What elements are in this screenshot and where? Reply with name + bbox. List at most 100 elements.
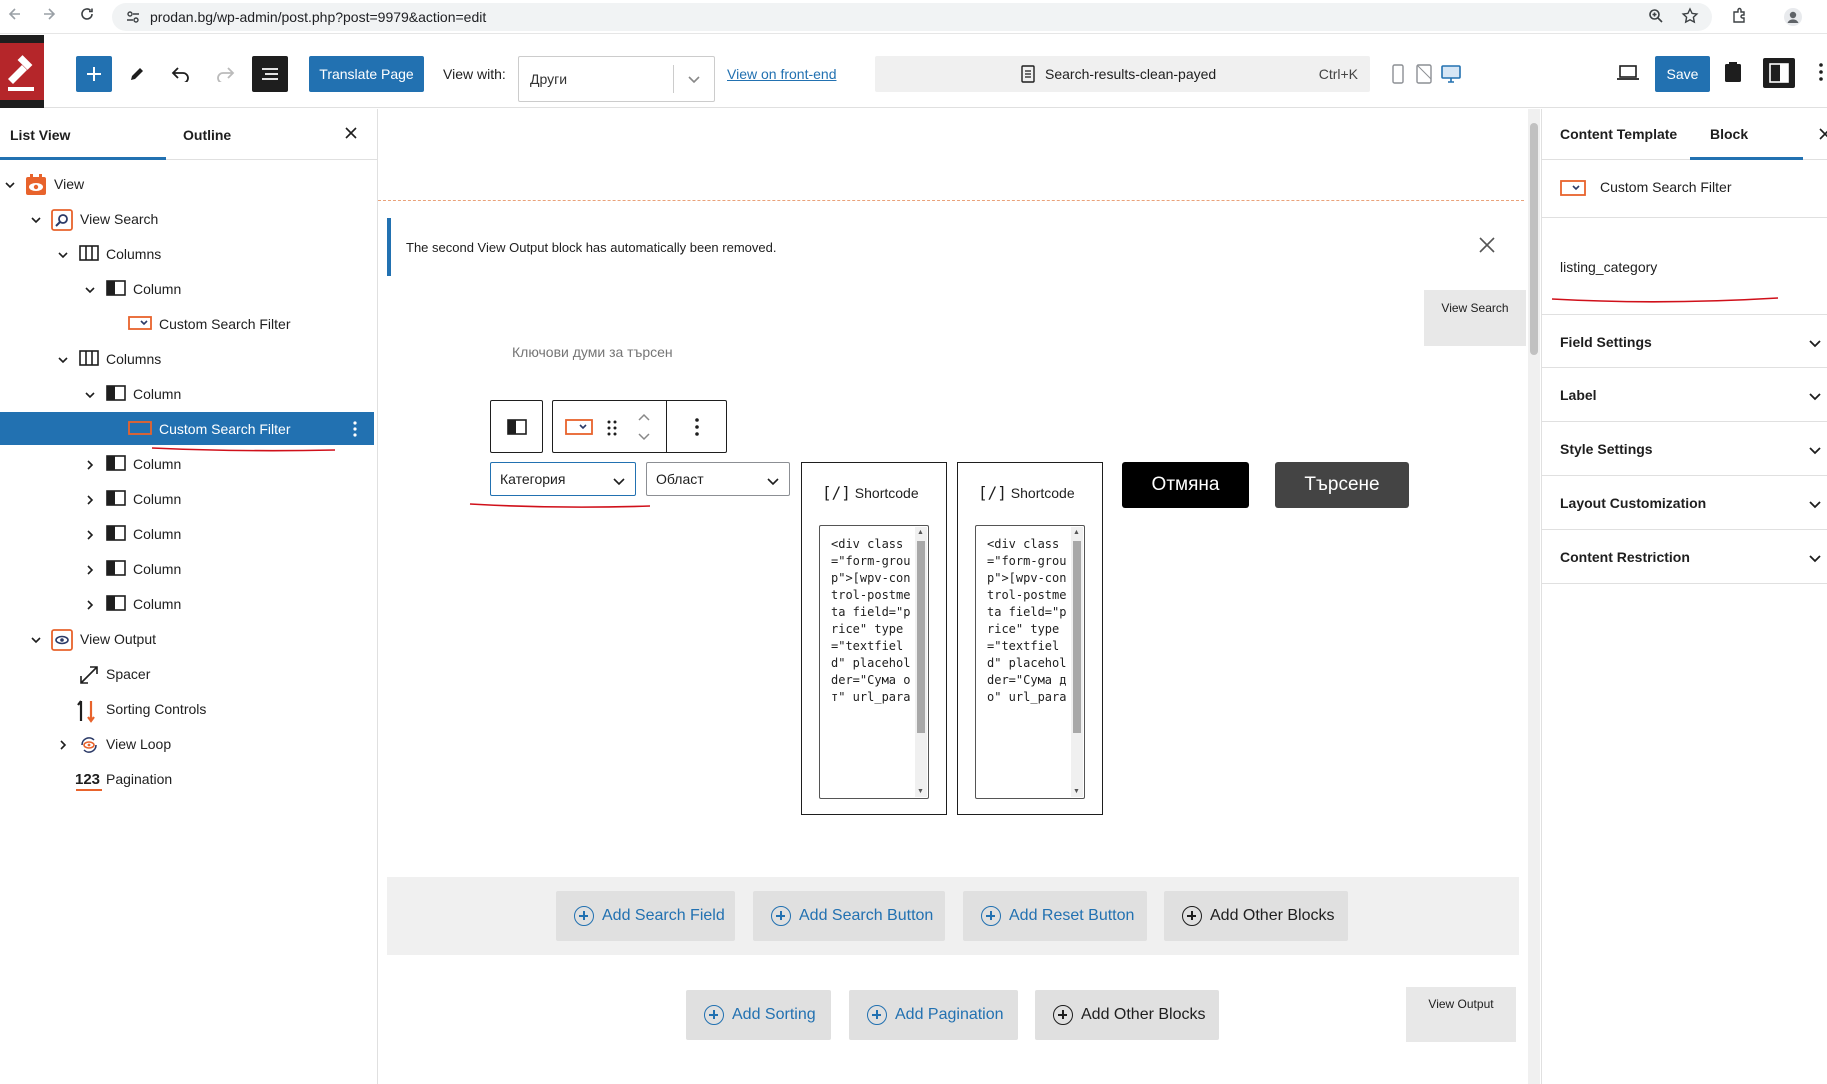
bookmark-star-icon[interactable] (1681, 7, 1699, 30)
extensions-icon[interactable] (1731, 7, 1749, 30)
plugin-clipboard-icon[interactable] (1724, 61, 1742, 88)
search-submit-button[interactable]: Търсене (1275, 462, 1409, 508)
shortcode-block[interactable]: [/] Shortcode <div class="form-group">[w… (957, 462, 1103, 815)
list-item[interactable]: Sorting Controls (0, 692, 374, 725)
drag-handle-icon[interactable] (606, 418, 618, 438)
search-filter-icon[interactable] (565, 418, 593, 436)
list-item[interactable]: View Loop (0, 727, 374, 760)
view-output-tag[interactable]: View Output (1406, 987, 1516, 1042)
parent-block-button[interactable] (490, 400, 543, 453)
list-item[interactable]: View Output (0, 622, 374, 655)
accordion-field-settings[interactable]: Field Settings (1542, 314, 1827, 368)
canvas-scrollbar[interactable] (1528, 109, 1540, 1084)
add-search-button-button[interactable]: Add Search Button (753, 891, 945, 941)
list-item[interactable]: Columns (0, 237, 374, 270)
list-item[interactable]: Columns (0, 342, 374, 375)
shortcode-textarea[interactable]: <div class="form-group">[wpv-control-pos… (975, 525, 1085, 799)
accordion-style-settings[interactable]: Style Settings (1542, 422, 1827, 476)
chevron-right-icon[interactable] (84, 598, 96, 610)
chevron-right-icon[interactable] (84, 493, 96, 505)
translate-page-button[interactable]: Translate Page (309, 56, 424, 92)
block-options-icon[interactable] (352, 420, 358, 443)
accordion-layout-customization[interactable]: Layout Customization (1542, 476, 1827, 530)
shortcode-textarea[interactable]: <div class="form-group">[wpv-control-pos… (819, 525, 929, 799)
list-item[interactable]: Column (0, 482, 374, 515)
chevron-down-icon[interactable] (84, 388, 96, 400)
chevron-down-icon[interactable] (4, 178, 16, 190)
list-item[interactable]: Spacer (0, 657, 374, 690)
add-other-blocks-button[interactable]: Add Other Blocks (1035, 990, 1219, 1040)
zoom-icon[interactable] (1648, 8, 1664, 29)
tab-content-template[interactable]: Content Template (1560, 126, 1677, 142)
tab-list-view[interactable]: List View (10, 127, 70, 143)
reload-icon[interactable] (76, 6, 98, 28)
settings-sidebar-toggle[interactable] (1763, 58, 1795, 88)
move-up-down-icon[interactable] (637, 411, 651, 443)
save-button[interactable]: Save (1655, 56, 1710, 92)
chevron-right-icon[interactable] (84, 458, 96, 470)
add-sorting-button[interactable]: Add Sorting (686, 990, 831, 1040)
url-text[interactable]: prodan.bg/wp-admin/post.php?post=9979&ac… (150, 9, 486, 25)
chevron-right-icon[interactable] (84, 528, 96, 540)
chevron-right-icon[interactable] (84, 563, 96, 575)
tablet-preview-icon[interactable] (1416, 64, 1432, 89)
list-item[interactable]: Column (0, 552, 374, 585)
list-item[interactable]: Column (0, 587, 374, 620)
view-on-front-end-link[interactable]: View on front-end (727, 66, 836, 82)
list-item[interactable]: View (0, 167, 374, 200)
chevron-down-icon[interactable] (30, 633, 42, 645)
view-search-tag[interactable]: View Search (1424, 290, 1526, 346)
add-reset-button-button[interactable]: Add Reset Button (963, 891, 1147, 941)
more-options-icon[interactable] (1818, 62, 1824, 87)
close-icon[interactable] (1477, 235, 1497, 260)
chevron-down-icon[interactable] (84, 283, 96, 295)
category-select[interactable]: Категория (490, 462, 636, 496)
textarea-scrollbar[interactable]: ▲ ▼ (915, 527, 927, 797)
reset-button[interactable]: Отмяна (1122, 462, 1249, 508)
close-icon[interactable] (1818, 127, 1827, 146)
list-item[interactable]: 123 Pagination (0, 762, 374, 795)
notice-text: The second View Output block has automat… (406, 240, 777, 255)
list-item[interactable]: Column (0, 377, 374, 410)
profile-avatar-icon[interactable] (1783, 7, 1803, 32)
textarea-scrollbar[interactable]: ▲ ▼ (1071, 527, 1083, 797)
tab-outline[interactable]: Outline (183, 127, 231, 143)
accordion-label[interactable]: Label (1542, 368, 1827, 422)
list-item[interactable]: Column (0, 272, 374, 305)
shortcode-block[interactable]: [/] Shortcode <div class="form-group">[w… (801, 462, 947, 815)
tab-block[interactable]: Block (1710, 126, 1748, 142)
column-icon (105, 384, 127, 404)
preview-icon[interactable] (1617, 65, 1639, 86)
close-icon[interactable] (344, 126, 358, 145)
accordion-content-restriction[interactable]: Content Restriction (1542, 530, 1827, 584)
search-filter-icon (1560, 180, 1586, 196)
forward-arrow-icon[interactable] (38, 6, 60, 28)
site-logo[interactable] (0, 35, 44, 108)
add-pagination-button[interactable]: Add Pagination (849, 990, 1018, 1040)
chevron-right-icon[interactable] (57, 738, 69, 750)
chevron-down-icon[interactable] (57, 248, 69, 260)
list-item-selected[interactable]: Custom Search Filter (0, 412, 374, 445)
chevron-down-icon[interactable] (57, 353, 69, 365)
list-item[interactable]: Column (0, 447, 374, 480)
chevron-down-icon[interactable] (30, 213, 42, 225)
add-block-button[interactable] (76, 56, 112, 92)
desktop-preview-icon[interactable] (1441, 64, 1461, 89)
list-item[interactable]: View Search (0, 202, 374, 235)
list-item[interactable]: Column (0, 517, 374, 550)
document-search-bar[interactable]: Search-results-clean-payed Ctrl+K (875, 56, 1370, 92)
keywords-placeholder[interactable]: Ключови думи за търсен (512, 344, 673, 360)
undo-button[interactable] (163, 56, 199, 92)
more-options-icon[interactable] (694, 417, 700, 437)
site-settings-icon[interactable] (126, 10, 140, 29)
add-other-blocks-button[interactable]: Add Other Blocks (1164, 891, 1348, 941)
add-search-field-button[interactable]: Add Search Field (556, 891, 735, 941)
tools-button[interactable] (119, 56, 155, 92)
back-arrow-icon[interactable] (4, 6, 26, 28)
redo-button[interactable] (207, 56, 243, 92)
document-overview-button[interactable] (252, 56, 288, 92)
mobile-preview-icon[interactable] (1392, 64, 1404, 89)
list-item[interactable]: Custom Search Filter (0, 307, 374, 340)
view-with-select[interactable]: Други (518, 56, 715, 102)
region-select[interactable]: Област (646, 462, 790, 496)
